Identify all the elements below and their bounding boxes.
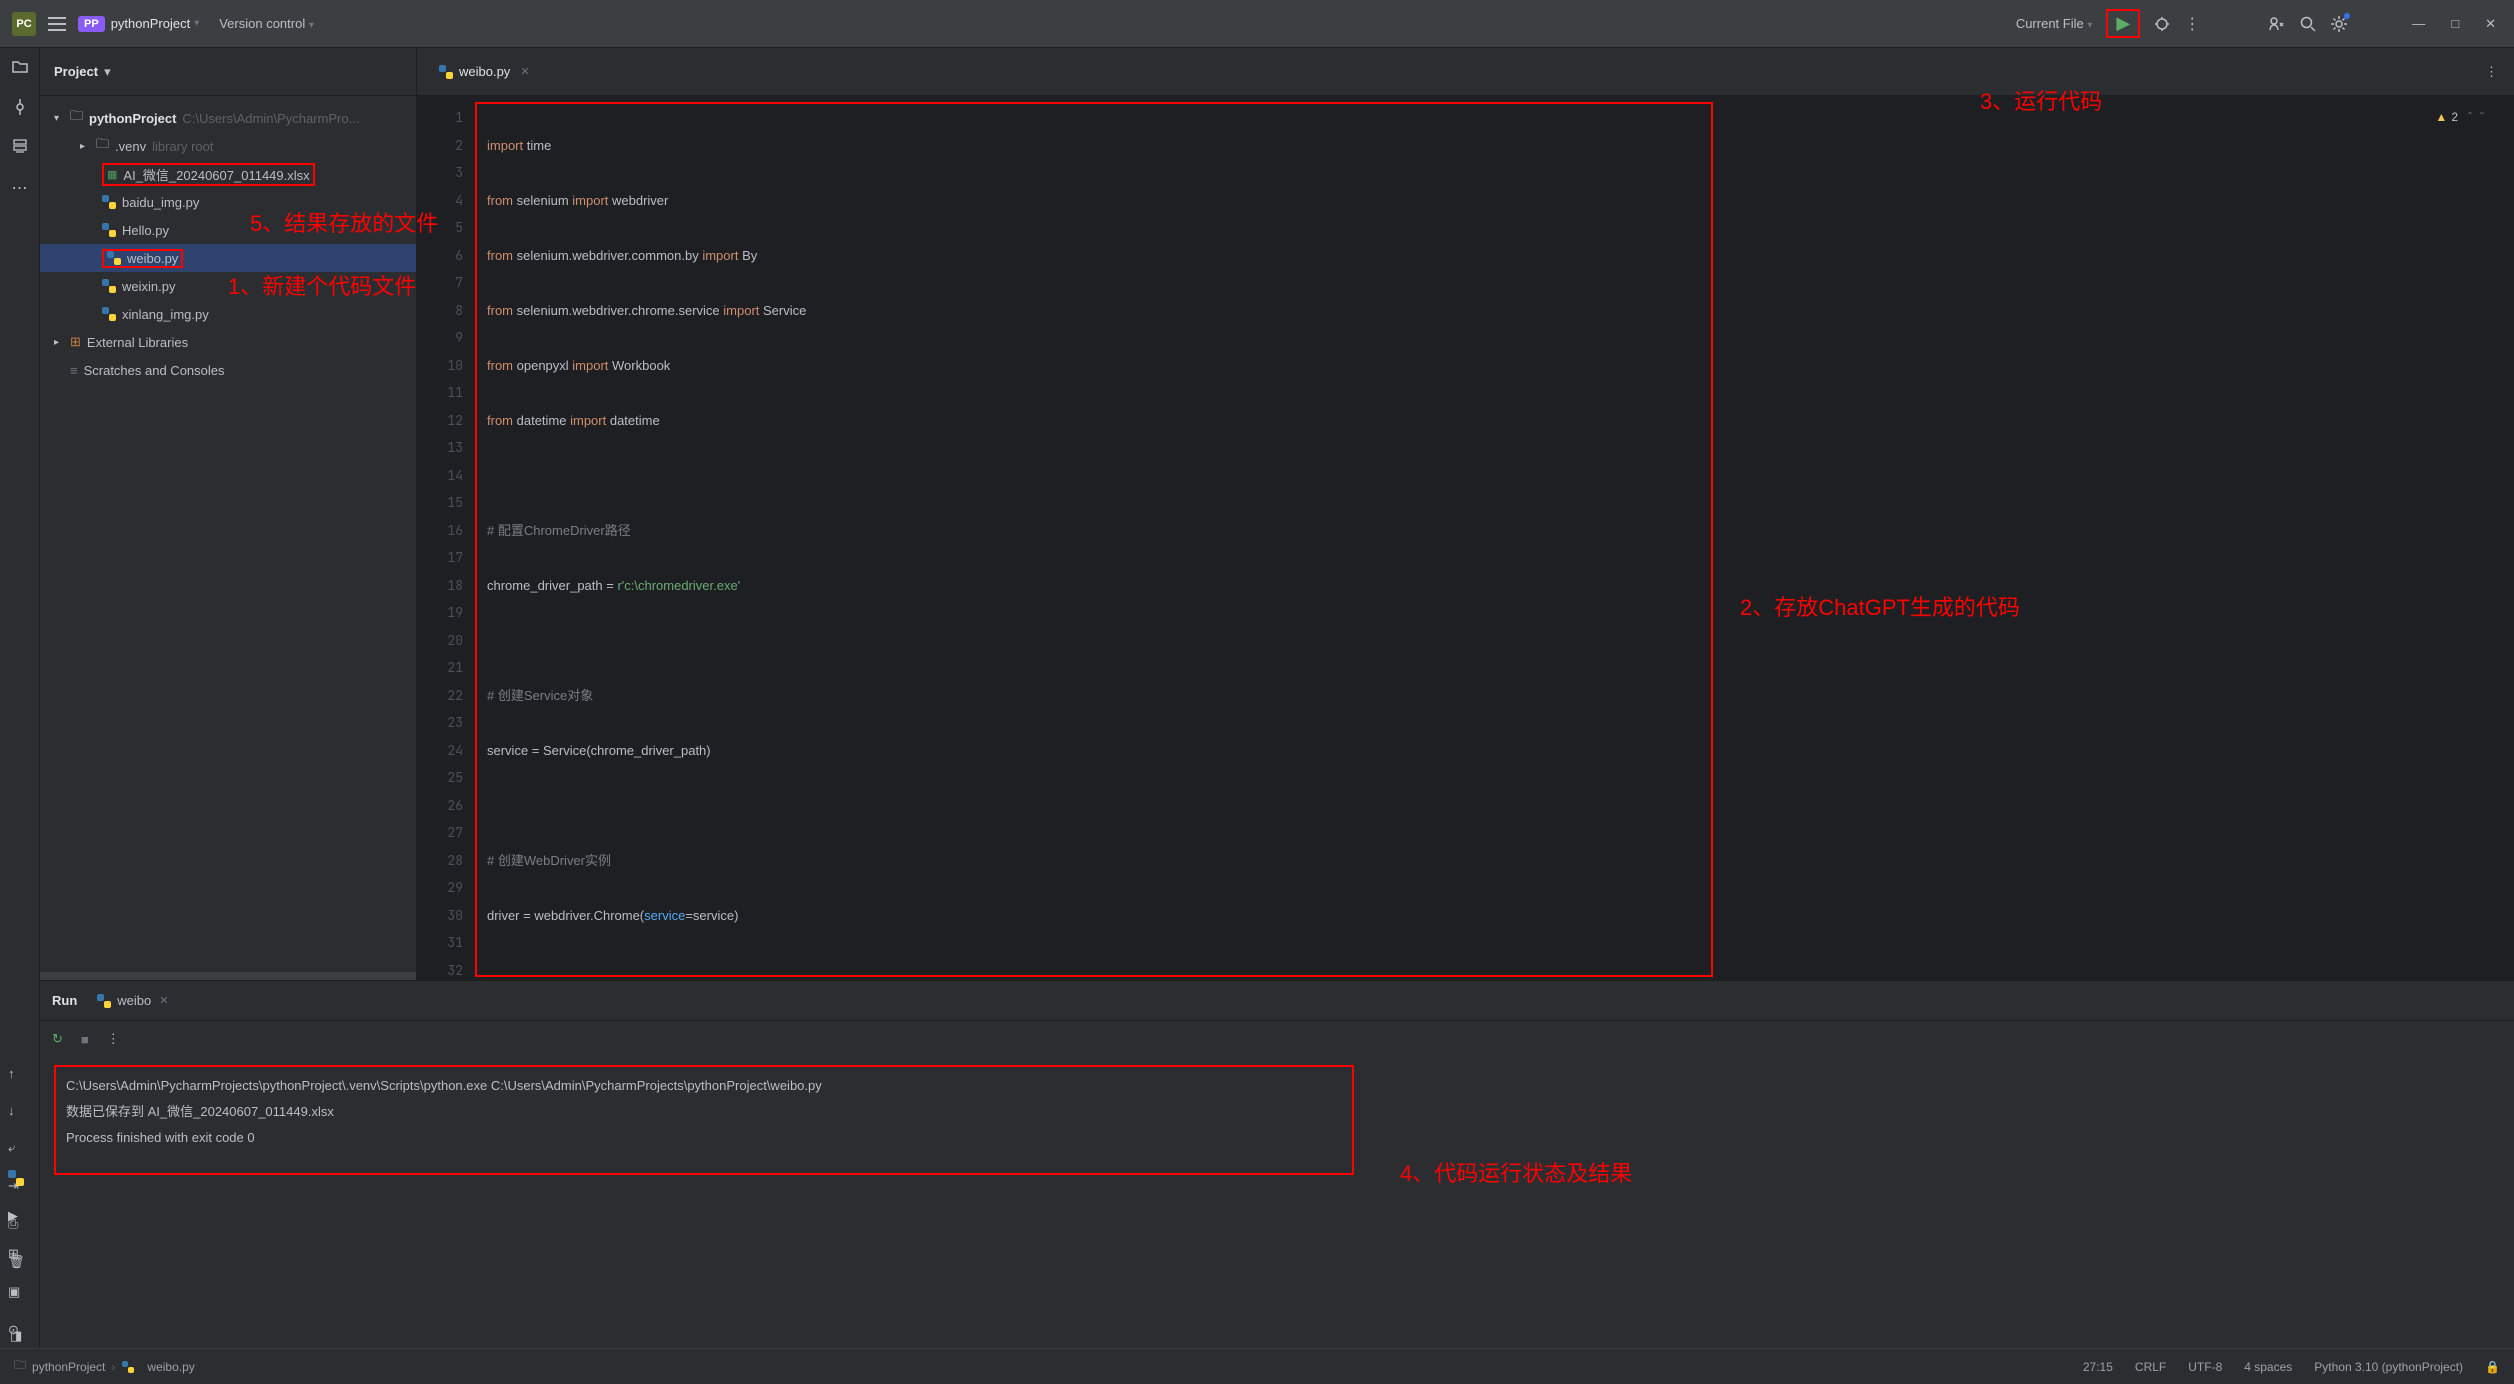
tree-file-xlsx[interactable]: ▦ AI_微信_20240607_011449.xlsx <box>40 160 416 188</box>
run-config-tab[interactable]: weibo ✕ <box>97 993 168 1008</box>
python-icon <box>439 65 453 79</box>
tree-venv[interactable]: ▸ 🗀 .venv library root <box>40 132 416 160</box>
run-toolbar: ↻ ■ ⋮ <box>40 1021 2514 1057</box>
project-panel-title: Project <box>54 64 98 79</box>
close-tab-icon[interactable]: ✕ <box>520 65 529 78</box>
editor-area: weibo.py ✕ ⋮ ▲ 2 ˆ ˇ 1234567891011121314… <box>417 48 2514 980</box>
tree-file-hello[interactable]: Hello.py <box>40 216 416 244</box>
structure-tool-icon[interactable] <box>11 138 29 156</box>
folder-icon: 🗀 <box>96 135 109 157</box>
caret-position[interactable]: 27:15 <box>2083 1360 2113 1374</box>
line-separator[interactable]: CRLF <box>2135 1360 2166 1374</box>
status-bar: 🗀 pythonProject › weibo.py 27:15 CRLF UT… <box>0 1348 2514 1384</box>
folder-icon: 🗀 <box>70 107 83 129</box>
project-panel-header: Project ▾ <box>40 48 416 96</box>
commit-tool-icon[interactable] <box>11 98 29 116</box>
bottom-left-tools: ▶ ⊞ ▣ ⊙ <box>8 1170 24 1338</box>
code-with-me-icon[interactable] <box>2268 15 2286 33</box>
tool-window-toggle[interactable]: ◨ <box>10 1328 22 1344</box>
scratches-icon: ≡ <box>70 363 78 378</box>
editor-tabs: weibo.py ✕ ⋮ <box>417 48 2514 96</box>
project-name[interactable]: pythonProject <box>111 16 191 31</box>
rerun-button[interactable]: ↻ <box>52 1031 63 1047</box>
run-tool-window: Run weibo ✕ ↻ ■ ⋮ C:\Users\Admin\Pycharm… <box>40 980 2514 1348</box>
stop-button[interactable]: ■ <box>81 1032 89 1047</box>
project-panel: Project ▾ ▾ 🗀 pythonProject C:\Users\Adm… <box>40 48 417 980</box>
search-icon[interactable] <box>2300 16 2316 32</box>
interpreter[interactable]: Python 3.10 (pythonProject) <box>2314 1360 2463 1374</box>
settings-icon[interactable] <box>2330 15 2348 33</box>
debug-settings-icon[interactable] <box>2154 16 2170 32</box>
code-editor[interactable]: ▲ 2 ˆ ˇ 12345678910111213141516171819202… <box>417 96 2514 980</box>
run-tool-icon[interactable]: ▶ <box>8 1208 24 1224</box>
more-icon[interactable]: ⋮ <box>107 1031 120 1047</box>
folder-icon: 🗀 <box>14 1356 26 1377</box>
python-icon <box>102 195 116 209</box>
python-icon <box>97 994 111 1008</box>
ide-logo: PC <box>12 12 36 36</box>
tree-root[interactable]: ▾ 🗀 pythonProject C:\Users\Admin\Pycharm… <box>40 104 416 132</box>
project-tree[interactable]: ▾ 🗀 pythonProject C:\Users\Admin\Pycharm… <box>40 96 416 392</box>
close-icon[interactable]: ✕ <box>159 994 168 1007</box>
file-encoding[interactable]: UTF-8 <box>2188 1360 2222 1374</box>
line-gutter: 1234567891011121314151617181920212223242… <box>417 96 473 980</box>
python-icon <box>102 223 116 237</box>
lock-icon[interactable]: 🔒 <box>2485 1360 2500 1374</box>
run-tab-label[interactable]: Run <box>52 993 77 1008</box>
annotation-box-output: C:\Users\Admin\PycharmProjects\pythonPro… <box>54 1065 1354 1175</box>
soft-wrap-icon[interactable]: ⤶ <box>8 1140 25 1156</box>
more-actions-icon[interactable]: ⋮ <box>2184 14 2200 34</box>
more-tool-icon[interactable]: ⋯ <box>12 178 28 198</box>
services-icon[interactable]: ⊞ <box>8 1246 24 1262</box>
tree-file-baidu[interactable]: baidu_img.py <box>40 188 416 216</box>
maximize-button[interactable]: □ <box>2445 16 2465 31</box>
project-badge: PP <box>78 16 105 32</box>
breadcrumbs[interactable]: 🗀 pythonProject › weibo.py <box>14 1356 195 1377</box>
terminal-icon[interactable]: ▣ <box>8 1284 24 1300</box>
excel-icon: ▦ <box>107 168 117 181</box>
tab-weibo[interactable]: weibo.py ✕ <box>429 54 540 90</box>
python-icon <box>107 251 121 265</box>
tree-file-weibo[interactable]: weibo.py <box>40 244 416 272</box>
tree-file-weixin[interactable]: weixin.py <box>40 272 416 300</box>
run-output[interactable]: C:\Users\Admin\PycharmProjects\pythonPro… <box>40 1057 2514 1183</box>
scroll-down-icon[interactable]: ↓ <box>8 1103 25 1118</box>
main-menu-button[interactable] <box>48 17 66 31</box>
tab-options-icon[interactable]: ⋮ <box>2485 64 2498 80</box>
tree-external-libs[interactable]: ▸ ⊞ External Libraries <box>40 328 416 356</box>
minimize-button[interactable]: — <box>2406 16 2431 31</box>
python-console-icon[interactable] <box>8 1170 24 1186</box>
project-tool-icon[interactable] <box>11 58 29 76</box>
python-icon <box>102 279 116 293</box>
code-content[interactable]: import time from selenium import webdriv… <box>477 96 919 980</box>
chevron-down-icon: ▾ <box>194 18 199 29</box>
indent-setting[interactable]: 4 spaces <box>2244 1360 2292 1374</box>
version-control-menu[interactable]: Version control ▾ <box>219 16 314 31</box>
python-icon <box>102 307 116 321</box>
run-config-selector[interactable]: Current File ▾ <box>2016 16 2093 31</box>
libraries-icon: ⊞ <box>70 334 81 350</box>
titlebar: PC PP pythonProject ▾ Version control ▾ … <box>0 0 2514 48</box>
python-icon <box>121 1360 135 1374</box>
warning-icon: ▲ <box>2435 110 2447 124</box>
scroll-up-icon[interactable]: ↑ <box>8 1066 25 1081</box>
run-button[interactable]: ▶ <box>2116 13 2130 34</box>
chevron-down-icon[interactable]: ▾ <box>104 64 111 80</box>
inspection-widget[interactable]: ▲ 2 ˆ ˇ <box>2435 110 2484 124</box>
close-button[interactable]: ✕ <box>2479 16 2502 32</box>
tree-scratches[interactable]: ▸ ≡ Scratches and Consoles <box>40 356 416 384</box>
tree-file-xinlang[interactable]: xinlang_img.py <box>40 300 416 328</box>
